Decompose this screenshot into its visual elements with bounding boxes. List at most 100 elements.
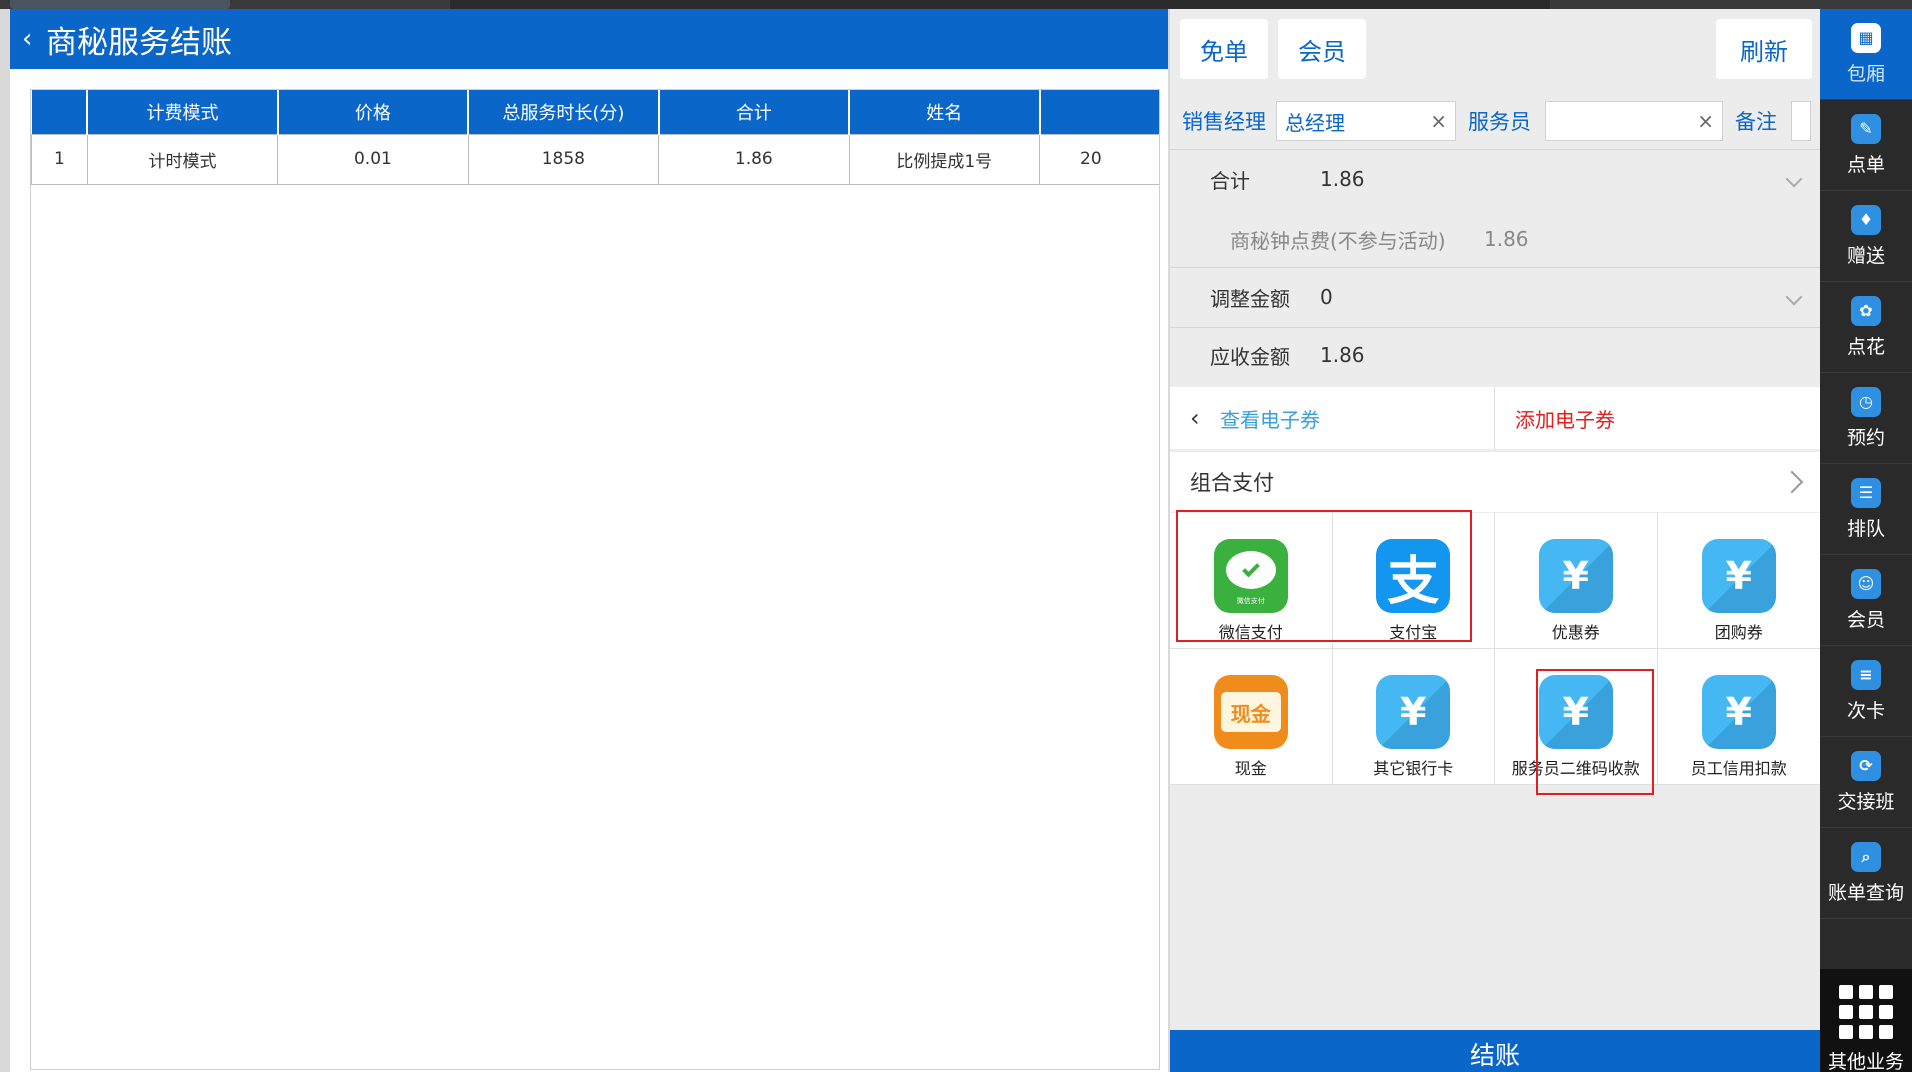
chevron-down-icon[interactable]	[1785, 288, 1803, 306]
col-header	[1039, 90, 1159, 134]
detail-label: 商秘钟点费(不参与活动)	[1230, 228, 1446, 253]
table-cell: 1.86	[658, 133, 850, 185]
col-header: 总服务时长(分)	[468, 90, 660, 134]
coupon-yen-icon: ¥	[1538, 539, 1613, 613]
chevron-right-icon[interactable]	[1780, 470, 1804, 494]
refresh-button[interactable]: 刷新	[1716, 19, 1812, 79]
top-tab	[10, 0, 230, 9]
payment-alipay[interactable]: 支 支付宝	[1332, 513, 1495, 649]
col-header: 价格	[277, 90, 470, 134]
payment-methods-grid: 微信支付 微信支付 支 支付宝 ¥ 优惠券 ¥ 团购券 现金 现金 ¥ 其它银行…	[1170, 513, 1820, 785]
yen-glyph: ¥	[1562, 690, 1589, 734]
payment-cash[interactable]: 现金 现金	[1170, 649, 1333, 785]
payment-bank-card[interactable]: ¥ 其它银行卡	[1332, 649, 1495, 785]
sidebar-item-order[interactable]: ✎ 点单	[1820, 100, 1912, 191]
sales-manager-field[interactable]: 总经理 ×	[1276, 101, 1456, 141]
flower-icon: ✿	[1851, 295, 1881, 326]
divider	[1170, 267, 1820, 268]
payment-wechat[interactable]: 微信支付 微信支付	[1170, 513, 1333, 649]
sidebar-item-count-card[interactable]: ≡ 次卡	[1820, 646, 1912, 737]
payment-group-buy[interactable]: ¥ 团购券	[1657, 513, 1820, 649]
col-header: 计费模式	[87, 90, 279, 134]
table-cell: 1858	[467, 133, 660, 185]
free-order-button[interactable]: 免单	[1180, 19, 1268, 79]
amount-due-value: 1.86	[1320, 343, 1365, 367]
rooms-icon: ▦	[1851, 22, 1881, 53]
sidebar-item-member[interactable]: ☺ 会员	[1820, 555, 1912, 646]
sidebar: ▦ 包厢 ✎ 点单 ♦ 赠送 ✿ 点花 ◷ 预约 ☰ 排队 ☺ 会员 ≡ 次卡 …	[1820, 9, 1912, 1072]
table-row[interactable]: 1 计时模式 0.01 1858 1.86 比例提成1号 20	[31, 133, 1159, 185]
combined-payment-row[interactable]: 组合支付	[1170, 452, 1820, 512]
total-row[interactable]: 合计 1.86	[1170, 159, 1820, 199]
chevron-down-icon[interactable]	[1785, 170, 1803, 188]
gift-icon: ♦	[1851, 204, 1881, 235]
checkout-button[interactable]: 结账	[1170, 1030, 1820, 1072]
payment-coupon[interactable]: ¥ 优惠券	[1495, 513, 1658, 649]
payment-waiter-qr[interactable]: ¥ 服务员二维码收款	[1495, 649, 1658, 785]
payment-label: 支付宝	[1389, 623, 1438, 642]
payment-label: 团购券	[1714, 623, 1763, 642]
table-cell: 0.01	[277, 133, 469, 185]
charge-detail-row: 商秘钟点费(不参与活动) 1.86	[1170, 219, 1820, 259]
table-cell: 20	[1039, 133, 1159, 185]
payment-staff-credit[interactable]: ¥ 员工信用扣款	[1657, 649, 1820, 785]
sidebar-item-rooms[interactable]: ▦ 包厢	[1820, 9, 1912, 100]
add-voucher-label: 添加电子券	[1515, 407, 1615, 432]
total-value: 1.86	[1320, 167, 1365, 191]
sidebar-item-queue[interactable]: ☰ 排队	[1820, 464, 1912, 555]
sidebar-item-reservation[interactable]: ◷ 预约	[1820, 373, 1912, 464]
waiter-field[interactable]: ×	[1545, 101, 1723, 141]
reservation-icon: ◷	[1851, 386, 1881, 417]
adjust-row[interactable]: 调整金额 0	[1170, 277, 1820, 317]
add-voucher-button[interactable]: 添加电子券	[1495, 387, 1820, 449]
member-button[interactable]: 会员	[1278, 19, 1366, 79]
col-header: 姓名	[849, 90, 1041, 134]
bank-card-yen-icon: ¥	[1376, 675, 1451, 749]
yen-glyph: ¥	[1562, 554, 1589, 598]
window-top-strip	[0, 0, 1912, 9]
sidebar-item-label: 包厢	[1846, 62, 1885, 85]
combined-payment-label: 组合支付	[1190, 471, 1274, 495]
chevron-left-icon[interactable]: ‹	[22, 24, 46, 54]
divider	[1170, 327, 1820, 328]
shift-icon: ⟳	[1851, 750, 1881, 781]
sidebar-item-label: 交接班	[1837, 790, 1895, 813]
sidebar-item-label: 点单	[1846, 153, 1885, 176]
sidebar-item-label: 次卡	[1846, 699, 1885, 722]
wechat-icon-text: 微信支付	[1236, 597, 1265, 605]
sidebar-item-shift[interactable]: ⟳ 交接班	[1820, 737, 1912, 828]
col-header: 合计	[658, 90, 851, 134]
adjust-value: 0	[1320, 285, 1333, 309]
remark-label: 备注	[1735, 110, 1777, 134]
sidebar-item-label: 预约	[1846, 426, 1885, 449]
sidebar-more-button[interactable]: 其他业务	[1820, 969, 1912, 1072]
payment-label: 服务员二维码收款	[1511, 759, 1640, 778]
table-cell: 计时模式	[86, 133, 279, 185]
wechat-pay-icon: 微信支付	[1213, 539, 1288, 613]
queue-icon: ☰	[1851, 477, 1881, 508]
voucher-row: ‹ 查看电子券 添加电子券	[1170, 387, 1820, 449]
service-checkout-panel: ‹ 商秘服务结账 计费模式 价格 总服务时长(分) 合计 姓名 1 计时模式 0…	[10, 9, 1168, 1072]
sidebar-item-flower[interactable]: ✿ 点花	[1820, 282, 1912, 373]
staff-credit-yen-icon: ¥	[1701, 675, 1776, 749]
payment-label: 优惠券	[1551, 623, 1600, 642]
waiter-label: 服务员	[1468, 110, 1531, 134]
grid-menu-icon	[1839, 985, 1893, 1039]
cash-glyph: 现金	[1220, 692, 1281, 732]
table-header-row: 计费模式 价格 总服务时长(分) 合计 姓名	[31, 90, 1159, 134]
payment-panel: 免单 会员 刷新 销售经理 总经理 × 服务员 × 备注 合计 1.86 商秘钟…	[1170, 9, 1820, 1072]
clear-icon[interactable]: ×	[1430, 109, 1447, 133]
order-icon: ✎	[1851, 113, 1881, 144]
payment-label: 其它银行卡	[1373, 759, 1454, 778]
total-label: 合计	[1210, 168, 1250, 193]
detail-value: 1.86	[1484, 227, 1529, 251]
table-cell: 比例提成1号	[848, 133, 1041, 185]
clear-icon[interactable]: ×	[1697, 109, 1714, 133]
remark-field[interactable]	[1791, 101, 1811, 141]
sidebar-item-label: 点花	[1846, 335, 1885, 358]
sidebar-item-bill-query[interactable]: ⌕ 账单查询	[1820, 828, 1912, 919]
payment-label: 现金	[1234, 759, 1267, 778]
alipay-icon: 支	[1376, 539, 1451, 613]
sidebar-item-gift[interactable]: ♦ 赠送	[1820, 191, 1912, 282]
view-voucher-button[interactable]: ‹ 查看电子券	[1170, 387, 1495, 449]
